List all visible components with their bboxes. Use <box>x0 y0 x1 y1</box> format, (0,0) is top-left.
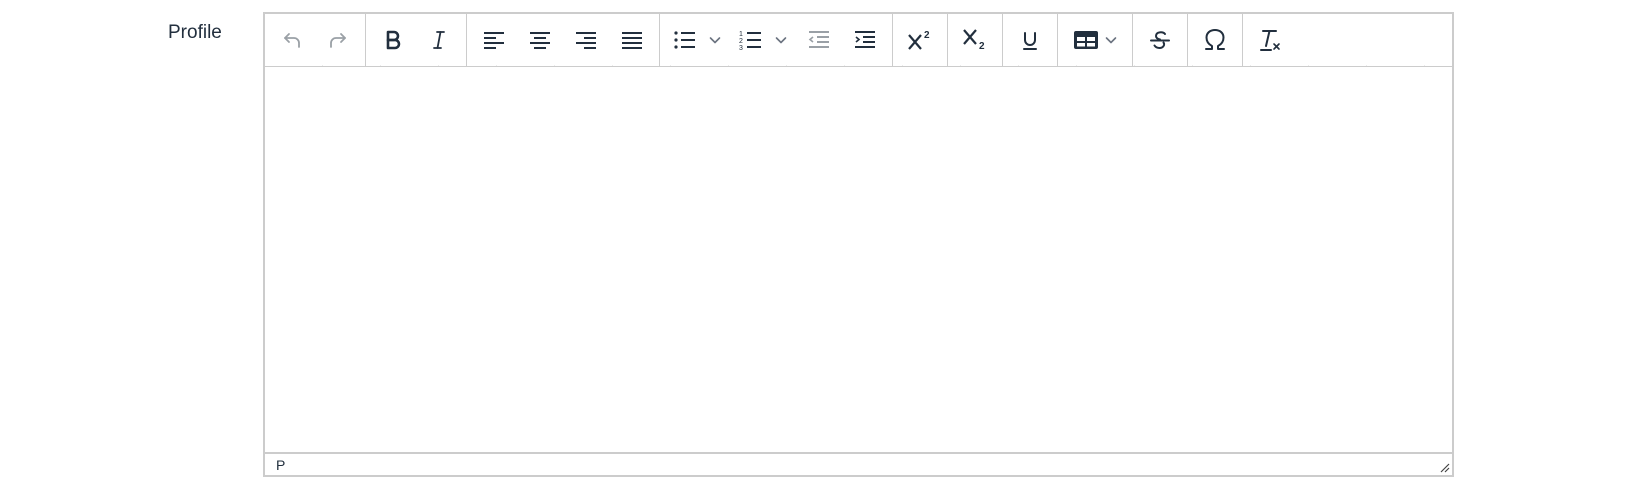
redo-icon <box>330 33 346 48</box>
editor-toolbar: 1 2 3 2 2 <box>265 14 1452 67</box>
format-group <box>366 14 467 66</box>
underline-icon <box>1023 32 1037 50</box>
omega-icon <box>1205 29 1225 50</box>
clear-format-group <box>1243 14 1297 66</box>
outdent-button[interactable] <box>796 21 842 59</box>
table-button[interactable] <box>1062 21 1128 59</box>
align-right-icon <box>576 32 596 49</box>
align-right-button[interactable] <box>563 21 609 59</box>
align-justify-button[interactable] <box>609 21 655 59</box>
superscript-icon: 2 <box>908 30 930 50</box>
chevron-down-icon <box>1105 37 1117 44</box>
italic-icon <box>433 31 445 49</box>
align-left-button[interactable] <box>471 21 517 59</box>
align-justify-icon <box>622 32 642 49</box>
special-character-button[interactable] <box>1192 21 1238 59</box>
indent-button[interactable] <box>842 21 888 59</box>
rich-text-editor: 1 2 3 2 2 P <box>263 12 1454 477</box>
table-icon <box>1074 31 1098 49</box>
undo-button[interactable] <box>269 21 315 59</box>
indent-icon <box>855 31 875 48</box>
svg-text:3: 3 <box>739 45 743 52</box>
element-path[interactable]: P <box>276 457 285 473</box>
strikethrough-button[interactable] <box>1137 21 1183 59</box>
resize-handle-icon[interactable] <box>1438 461 1450 473</box>
subscript-icon: 2 <box>963 29 985 52</box>
svg-text:2: 2 <box>924 30 930 41</box>
special-char-group <box>1188 14 1243 66</box>
svg-text:2: 2 <box>979 41 985 52</box>
svg-text:2: 2 <box>739 38 743 45</box>
subscript-button[interactable]: 2 <box>952 21 998 59</box>
subscript-group: 2 <box>948 14 1003 66</box>
align-center-button[interactable] <box>517 21 563 59</box>
chevron-down-icon <box>709 37 721 44</box>
alignment-group <box>467 14 660 66</box>
editor-content-area[interactable] <box>265 67 1452 453</box>
underline-group <box>1003 14 1058 66</box>
table-group <box>1058 14 1133 66</box>
undo-icon <box>284 33 300 48</box>
bold-icon <box>386 30 401 50</box>
clear-formatting-button[interactable] <box>1247 21 1293 59</box>
clear-formatting-icon <box>1260 30 1280 51</box>
list-group: 1 2 3 <box>660 14 893 66</box>
bold-button[interactable] <box>370 21 416 59</box>
superscript-group: 2 <box>893 14 948 66</box>
italic-button[interactable] <box>416 21 462 59</box>
align-center-icon <box>530 32 550 49</box>
editor-statusbar: P <box>265 452 1452 475</box>
svg-text:1: 1 <box>739 31 743 38</box>
profile-label: Profile <box>168 22 222 43</box>
numbered-list-icon: 1 2 3 <box>739 31 761 52</box>
chevron-down-icon <box>775 37 787 44</box>
redo-button[interactable] <box>315 21 361 59</box>
bullet-list-icon <box>674 31 695 49</box>
underline-button[interactable] <box>1007 21 1053 59</box>
strikethrough-group <box>1133 14 1188 66</box>
history-group <box>265 14 366 66</box>
numbered-list-button[interactable]: 1 2 3 <box>730 21 796 59</box>
superscript-button[interactable]: 2 <box>897 21 943 59</box>
align-left-icon <box>484 32 504 49</box>
bullet-list-button[interactable] <box>664 21 730 59</box>
outdent-icon <box>808 31 829 48</box>
strikethrough-icon <box>1150 31 1170 50</box>
